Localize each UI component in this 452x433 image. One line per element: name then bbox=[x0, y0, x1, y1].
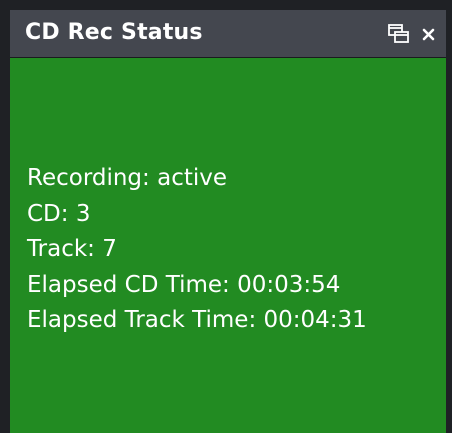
panel-title: CD Rec Status bbox=[25, 20, 203, 45]
popout-window-icon[interactable] bbox=[387, 22, 411, 46]
close-icon[interactable] bbox=[416, 22, 440, 46]
recording-status: Recording: active bbox=[27, 165, 228, 191]
cd-rec-status-panel: CD Rec Status Recording: active CD: 3 Tr… bbox=[10, 10, 446, 433]
elapsed-track-time: Elapsed Track Time: 00:04:31 bbox=[27, 307, 367, 333]
status-content: Recording: active CD: 3 Track: 7 Elapsed… bbox=[10, 58, 446, 433]
track-number: Track: 7 bbox=[27, 236, 117, 262]
cd-number: CD: 3 bbox=[27, 200, 91, 227]
status-list: Recording: active CD: 3 Track: 7 Elapsed… bbox=[27, 161, 367, 339]
panel-titlebar[interactable]: CD Rec Status bbox=[10, 10, 446, 58]
elapsed-cd-time: Elapsed CD Time: 00:03:54 bbox=[27, 271, 341, 298]
